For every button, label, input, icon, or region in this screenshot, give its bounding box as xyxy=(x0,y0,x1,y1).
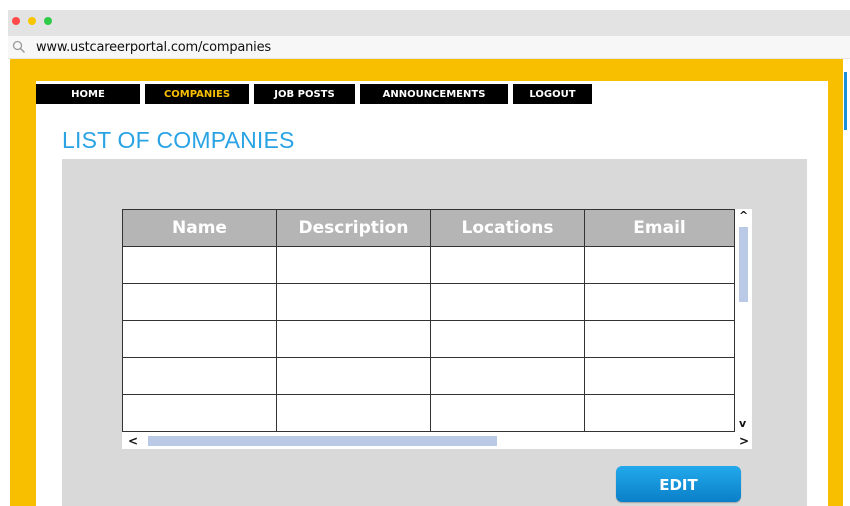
table-cell[interactable] xyxy=(276,357,431,395)
search-icon xyxy=(12,40,26,54)
browser-titlebar xyxy=(0,0,850,38)
table-cell[interactable] xyxy=(122,283,277,321)
table-row[interactable] xyxy=(122,283,735,321)
table-cell[interactable] xyxy=(584,357,735,395)
companies-table-container: Name Description Locations Email ^ v < > xyxy=(122,209,752,449)
titlebar-strip xyxy=(8,10,850,36)
close-window-button[interactable] xyxy=(12,17,20,25)
table-cell[interactable] xyxy=(122,357,277,395)
table-cell[interactable] xyxy=(584,320,735,358)
table-row[interactable] xyxy=(122,394,735,432)
table-cell[interactable] xyxy=(430,246,585,284)
table-cell[interactable] xyxy=(584,283,735,321)
vertical-scrollbar[interactable]: ^ v xyxy=(736,209,750,433)
scroll-down-icon[interactable]: v xyxy=(739,417,746,430)
table-cell[interactable] xyxy=(276,394,431,432)
column-header-description[interactable]: Description xyxy=(276,209,431,247)
table-row[interactable] xyxy=(122,357,735,395)
table-cell[interactable] xyxy=(430,394,585,432)
url-text[interactable]: www.ustcareerportal.com/companies xyxy=(36,40,271,55)
side-scroll-indicator xyxy=(844,72,847,130)
table-cell[interactable] xyxy=(430,283,585,321)
address-bar[interactable]: www.ustcareerportal.com/companies xyxy=(8,36,850,59)
table-cell[interactable] xyxy=(584,246,735,284)
nav-item-logout[interactable]: LOGOUT xyxy=(513,84,592,104)
nav-item-companies[interactable]: COMPANIES xyxy=(145,84,249,104)
table-cell[interactable] xyxy=(430,320,585,358)
vertical-scroll-thumb[interactable] xyxy=(739,227,748,302)
minimize-window-button[interactable] xyxy=(28,17,36,25)
table-cell[interactable] xyxy=(276,246,431,284)
horizontal-scroll-thumb[interactable] xyxy=(148,436,497,446)
table-cell[interactable] xyxy=(276,283,431,321)
table-row[interactable] xyxy=(122,246,735,284)
table-cell[interactable] xyxy=(276,320,431,358)
table-cell[interactable] xyxy=(122,394,277,432)
table-header-row: Name Description Locations Email xyxy=(122,209,735,247)
nav-item-job-posts[interactable]: JOB POSTS xyxy=(254,84,355,104)
edit-button[interactable]: EDIT xyxy=(616,466,741,502)
table-row[interactable] xyxy=(122,320,735,358)
table-cell[interactable] xyxy=(122,320,277,358)
scroll-up-icon[interactable]: ^ xyxy=(739,209,748,222)
nav-item-home[interactable]: HOME xyxy=(36,84,140,104)
scroll-right-icon[interactable]: > xyxy=(739,434,749,448)
main-nav: HOME COMPANIES JOB POSTS ANNOUNCEMENTS L… xyxy=(36,84,597,104)
column-header-name[interactable]: Name xyxy=(122,209,277,247)
horizontal-scrollbar[interactable]: < > xyxy=(122,433,752,449)
scroll-left-icon[interactable]: < xyxy=(128,434,138,448)
table-cell[interactable] xyxy=(584,394,735,432)
column-header-email[interactable]: Email xyxy=(584,209,735,247)
companies-table: Name Description Locations Email xyxy=(122,209,735,432)
page-title: LIST OF COMPANIES xyxy=(62,127,295,153)
maximize-window-button[interactable] xyxy=(44,17,52,25)
table-cell[interactable] xyxy=(122,246,277,284)
column-header-locations[interactable]: Locations xyxy=(430,209,585,247)
table-cell[interactable] xyxy=(430,357,585,395)
nav-item-announcements[interactable]: ANNOUNCEMENTS xyxy=(360,84,508,104)
